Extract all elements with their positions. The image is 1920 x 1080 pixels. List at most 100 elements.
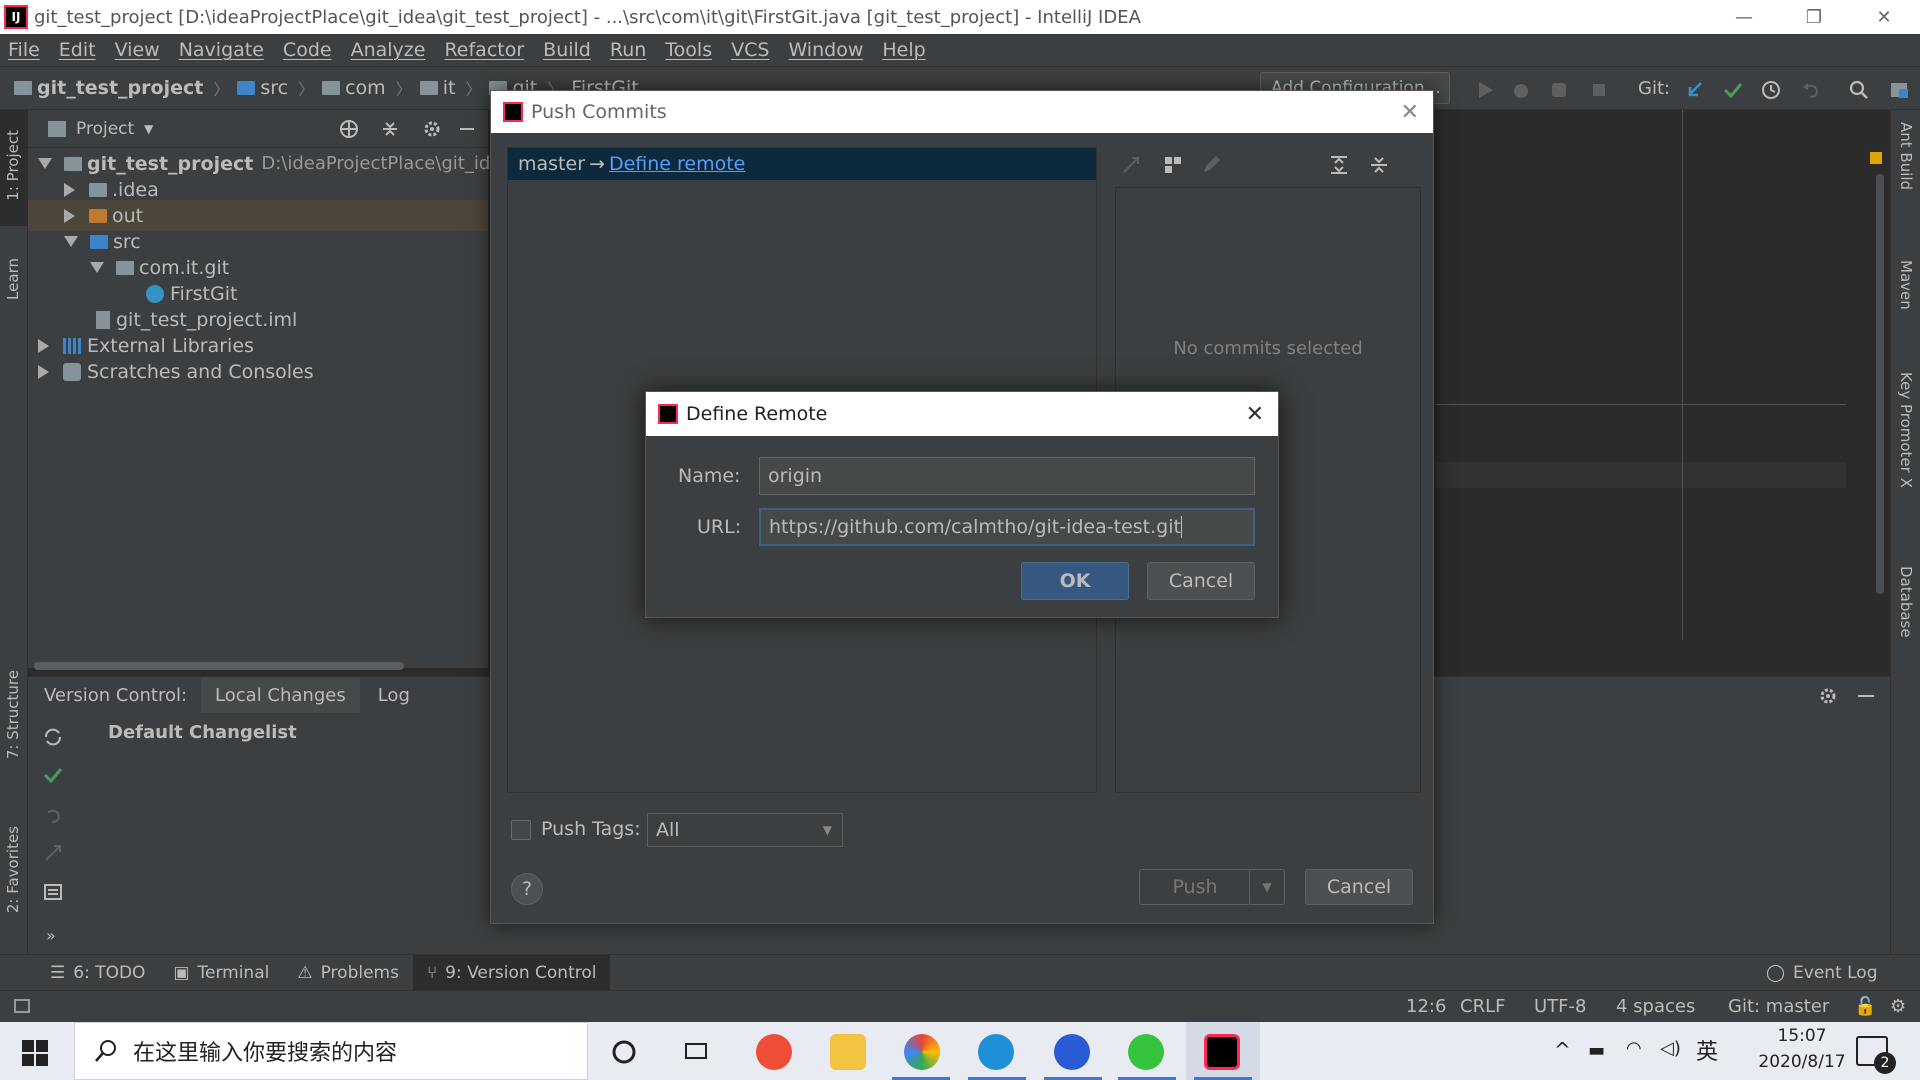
- menu-run[interactable]: Run: [610, 39, 646, 61]
- stripe-ant-build[interactable]: Ant Build: [1897, 122, 1915, 190]
- menu-navigate[interactable]: Navigate: [179, 39, 264, 61]
- branch-row[interactable]: master → Define remote: [508, 148, 1096, 180]
- stripe-learn[interactable]: Learn: [4, 258, 22, 300]
- menu-analyze[interactable]: Analyze: [351, 39, 426, 61]
- expand-arrow-icon[interactable]: [64, 208, 75, 223]
- push-button[interactable]: Push: [1139, 869, 1251, 905]
- menu-help[interactable]: Help: [882, 39, 925, 61]
- tab-local-changes[interactable]: Local Changes: [201, 678, 360, 713]
- menu-view[interactable]: View: [115, 39, 160, 61]
- tab-terminal[interactable]: ▣ Terminal: [159, 955, 283, 991]
- define-remote-cancel-button[interactable]: Cancel: [1147, 562, 1255, 600]
- menu-vcs[interactable]: VCS: [731, 39, 769, 61]
- push-tags-checkbox[interactable]: [511, 820, 531, 840]
- wechat-icon[interactable]: [1128, 1034, 1164, 1070]
- tab-todo[interactable]: ☰ 6: TODO: [36, 955, 159, 991]
- help-button[interactable]: ?: [511, 873, 543, 905]
- tags-select[interactable]: All ▼: [647, 813, 843, 847]
- windows-start-icon[interactable]: [22, 1040, 50, 1068]
- caret-position[interactable]: 12:6: [1406, 996, 1446, 1017]
- edge-icon[interactable]: [978, 1034, 1014, 1070]
- changelist-name[interactable]: Default Changelist: [108, 722, 297, 743]
- push-dropdown-button[interactable]: ▼: [1249, 869, 1285, 905]
- close-window-button[interactable]: ✕: [1848, 0, 1920, 34]
- stripe-database[interactable]: Database: [1897, 566, 1915, 638]
- horizontal-scrollbar[interactable]: [34, 662, 404, 670]
- menu-file[interactable]: File: [8, 39, 40, 61]
- stop-icon[interactable]: [1588, 79, 1610, 101]
- tab-problems[interactable]: ⚠ Problems: [283, 955, 413, 991]
- chrome-icon[interactable]: [904, 1034, 940, 1070]
- tree-item-scratches[interactable]: Scratches and Consoles: [38, 356, 314, 387]
- menu-window[interactable]: Window: [788, 39, 863, 61]
- editor-scrollbar[interactable]: [1876, 174, 1884, 594]
- volume-icon[interactable]: ◁): [1660, 1038, 1681, 1059]
- minimize-button[interactable]: —: [1708, 0, 1780, 34]
- cortana-icon[interactable]: [610, 1038, 638, 1066]
- expand-arrow-icon[interactable]: [64, 236, 78, 247]
- stripe-structure[interactable]: 7: Structure: [4, 670, 22, 759]
- menu-edit[interactable]: Edit: [59, 39, 96, 61]
- git-branch[interactable]: Git: master: [1728, 996, 1829, 1017]
- group-by-icon[interactable]: [1163, 155, 1183, 175]
- breadcrumb-project[interactable]: git_test_project: [14, 77, 203, 99]
- file-explorer-icon[interactable]: [830, 1034, 866, 1070]
- rollback-icon[interactable]: [1800, 79, 1822, 101]
- clock-time[interactable]: 15:07: [1752, 1026, 1852, 1046]
- expand-arrow-icon[interactable]: [64, 182, 75, 197]
- stripe-maven[interactable]: Maven: [1897, 260, 1915, 310]
- shelve-icon[interactable]: [42, 882, 64, 904]
- project-structure-icon[interactable]: [1888, 79, 1910, 101]
- intellij-taskbar-icon[interactable]: [1204, 1034, 1240, 1070]
- diff-icon[interactable]: [42, 842, 64, 864]
- project-panel-title[interactable]: Project: [76, 119, 134, 139]
- restore-button[interactable]: ❐: [1778, 0, 1850, 34]
- show-tool-windows-icon[interactable]: [14, 999, 30, 1013]
- menu-tools[interactable]: Tools: [665, 39, 712, 61]
- menu-build[interactable]: Build: [543, 39, 591, 61]
- search-everywhere-icon[interactable]: [1848, 79, 1870, 101]
- chevron-down-icon[interactable]: ▼: [144, 122, 153, 136]
- taskbar-search[interactable]: 在这里输入你要搜索的内容: [74, 1022, 588, 1080]
- stripe-favorites[interactable]: 2: Favorites: [4, 826, 22, 913]
- line-separator[interactable]: CRLF: [1460, 996, 1505, 1017]
- expand-arrow-icon[interactable]: [90, 262, 104, 273]
- git-commit-icon[interactable]: [1722, 79, 1744, 101]
- indent-setting[interactable]: 4 spaces: [1616, 996, 1695, 1017]
- stripe-project[interactable]: 1: Project: [4, 130, 22, 201]
- close-icon[interactable]: ✕: [1246, 402, 1264, 427]
- remote-url-field[interactable]: https://github.com/calmtho/git-idea-test…: [759, 508, 1255, 546]
- tab-log[interactable]: Log: [364, 678, 424, 713]
- media-app-icon[interactable]: [1054, 1034, 1090, 1070]
- close-icon[interactable]: ✕: [1401, 100, 1419, 125]
- git-update-icon[interactable]: [1684, 79, 1706, 101]
- debug-icon[interactable]: [1510, 79, 1532, 101]
- task-view-icon[interactable]: [682, 1038, 710, 1066]
- run-icon[interactable]: [1474, 79, 1496, 101]
- lock-icon[interactable]: 🔓: [1854, 996, 1876, 1017]
- battery-icon[interactable]: ▬: [1588, 1040, 1605, 1061]
- tab-event-log[interactable]: ◯ Event Log: [1752, 955, 1892, 991]
- ime-indicator[interactable]: 英: [1696, 1034, 1718, 1066]
- expand-arrow-icon[interactable]: [38, 158, 52, 169]
- define-remote-link[interactable]: Define remote: [609, 153, 745, 175]
- file-encoding[interactable]: UTF-8: [1534, 996, 1586, 1017]
- breadcrumb-src[interactable]: src: [237, 77, 288, 99]
- breadcrumb-it[interactable]: it: [419, 77, 455, 99]
- hide-panel-icon[interactable]: [460, 122, 475, 136]
- remote-name-field[interactable]: origin: [759, 457, 1255, 495]
- ok-button[interactable]: OK: [1021, 562, 1129, 600]
- menu-code[interactable]: Code: [283, 39, 332, 61]
- history-icon[interactable]: [1760, 79, 1782, 101]
- menu-refactor[interactable]: Refactor: [444, 39, 524, 61]
- rollback-icon[interactable]: [42, 804, 64, 826]
- edit-icon[interactable]: [1201, 155, 1221, 175]
- collapse-all-icon[interactable]: [380, 119, 400, 139]
- gear-icon[interactable]: [1818, 686, 1838, 706]
- coverage-icon[interactable]: [1548, 79, 1570, 101]
- clock-date[interactable]: 2020/8/17: [1736, 1052, 1868, 1072]
- diff-icon[interactable]: [1121, 155, 1141, 175]
- commit-check-icon[interactable]: [42, 764, 64, 786]
- expand-arrow-icon[interactable]: [38, 364, 49, 379]
- locate-icon[interactable]: [338, 118, 360, 140]
